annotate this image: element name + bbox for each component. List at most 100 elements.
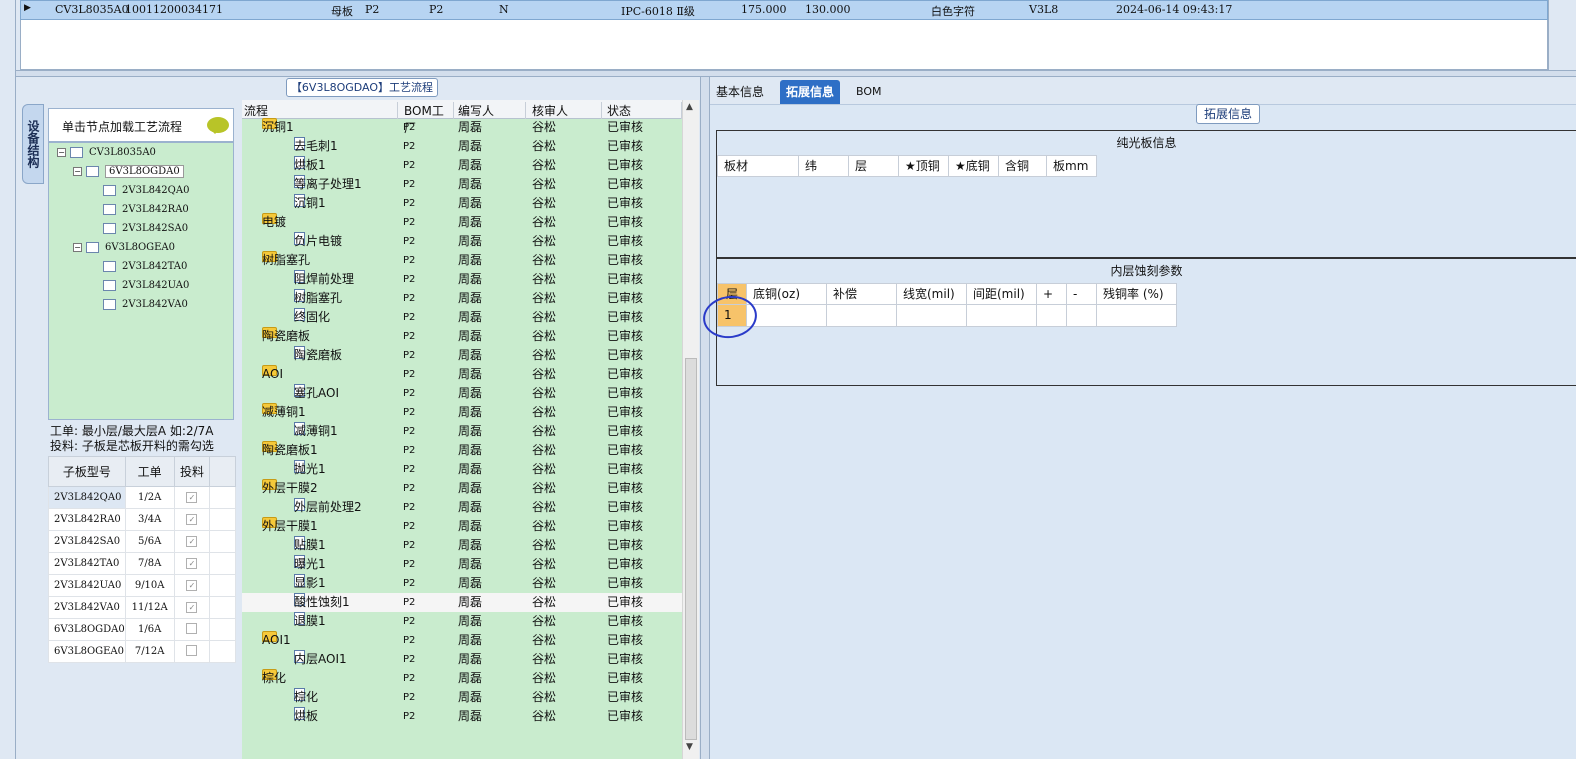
table-row[interactable]: 6V3L8OGDA0 1/6A xyxy=(48,618,236,641)
grid-row[interactable]: −外层干膜1P2周磊谷松已审核 xyxy=(242,517,682,536)
grid-row[interactable]: 塞孔AOI P2 周磊 谷松 已审核 xyxy=(242,384,682,403)
col-header[interactable]: 层 xyxy=(849,155,899,177)
cell-feed[interactable] xyxy=(173,640,211,663)
grid-row[interactable]: 减薄铜1 P2 周磊 谷松 已审核 xyxy=(242,422,682,441)
cell-order[interactable]: 11/12A xyxy=(124,596,175,619)
grid-row[interactable]: 棕化 P2 周磊 谷松 已审核 xyxy=(242,688,682,707)
cell-minus[interactable] xyxy=(1067,305,1097,327)
cell-order[interactable]: 3/4A xyxy=(124,508,175,531)
cell-feed[interactable]: ✓ xyxy=(173,530,211,553)
grid-row[interactable]: 曝光1 P2 周磊 谷松 已审核 xyxy=(242,555,682,574)
grid-row[interactable]: 内层AOI1 P2 周磊 谷松 已审核 xyxy=(242,650,682,669)
horizontal-splitter[interactable] xyxy=(16,70,1576,77)
col-header[interactable]: 板材 xyxy=(717,155,799,177)
col-header-order[interactable]: 工单 xyxy=(124,456,175,487)
grid-row[interactable]: −树脂塞孔P2周磊谷松已审核 xyxy=(242,251,682,270)
table-row[interactable]: 2V3L842VA0 11/12A ✓ xyxy=(48,596,236,619)
cell-bottom-copper[interactable] xyxy=(747,305,827,327)
grid-col-writer[interactable]: 编写人 xyxy=(458,102,526,119)
checkbox-checked[interactable]: ✓ xyxy=(186,492,198,503)
cell-line-width[interactable] xyxy=(897,305,967,327)
grid-row[interactable]: 阻焊前处理 P2 周磊 谷松 已审核 xyxy=(242,270,682,289)
cell-spacing[interactable] xyxy=(967,305,1037,327)
col-header[interactable]: 含铜 xyxy=(999,155,1047,177)
checkbox-checked[interactable]: ✓ xyxy=(186,602,198,613)
col-header[interactable]: ★底铜 xyxy=(949,155,999,177)
table-row[interactable]: 2V3L842TA0 7/8A ✓ xyxy=(48,552,236,575)
table-row[interactable]: 2V3L842SA0 5/6A ✓ xyxy=(48,530,236,553)
scroll-down-icon[interactable]: ▼ xyxy=(686,742,693,752)
grid-row[interactable]: 陶瓷磨板 P2 周磊 谷松 已审核 xyxy=(242,346,682,365)
cell-order[interactable]: 7/12A xyxy=(124,640,175,663)
col-header[interactable]: - xyxy=(1067,283,1097,305)
checkbox-checked[interactable]: ✓ xyxy=(186,536,198,547)
tree-node[interactable]: 2V3L842UA0 xyxy=(103,277,189,295)
cell-feed[interactable]: ✓ xyxy=(173,574,211,597)
grid-col-bom[interactable]: BOM工厂 xyxy=(404,102,454,135)
cell-feed[interactable]: ✓ xyxy=(173,486,211,509)
grid-row[interactable]: −沉铜1P2周磊谷松已审核 xyxy=(242,118,682,137)
checkbox-checked[interactable]: ✓ xyxy=(186,580,198,591)
cell-compensation[interactable] xyxy=(827,305,897,327)
col-header-feed[interactable]: 投料 xyxy=(173,456,211,487)
tree-node[interactable]: − CV3L8035A0 xyxy=(57,144,156,162)
grid-row[interactable]: 去毛刺1 P2 周磊 谷松 已审核 xyxy=(242,137,682,156)
grid-row[interactable]: −陶瓷磨板P2周磊谷松已审核 xyxy=(242,327,682,346)
col-header[interactable]: 线宽(mil) xyxy=(897,283,967,305)
cell-feed[interactable]: ✓ xyxy=(173,508,211,531)
grid-row[interactable]: 沉铜1 P2 周磊 谷松 已审核 xyxy=(242,194,682,213)
grid-vertical-scrollbar[interactable]: ▲ ▼ xyxy=(682,100,699,759)
tab-extended-info[interactable]: 拓展信息 xyxy=(780,80,841,104)
table-row[interactable]: 2V3L842RA0 3/4A ✓ xyxy=(48,508,236,531)
vertical-splitter[interactable] xyxy=(700,77,710,759)
col-header[interactable]: ★顶铜 xyxy=(899,155,949,177)
cell-order[interactable]: 5/6A xyxy=(124,530,175,553)
checkbox-unchecked[interactable] xyxy=(186,644,198,656)
tab-basic-info[interactable]: 基本信息 xyxy=(710,80,770,104)
grid-col-flow[interactable]: 流程 xyxy=(244,102,398,119)
grid-row[interactable]: 等离子处理1 P2 周磊 谷松 已审核 xyxy=(242,175,682,194)
cell-order[interactable]: 1/6A xyxy=(124,618,175,641)
col-header-model[interactable]: 子板型号 xyxy=(48,456,126,487)
col-header[interactable]: 纬 xyxy=(799,155,849,177)
col-header[interactable]: 补偿 xyxy=(827,283,897,305)
cell-plus[interactable] xyxy=(1037,305,1067,327)
grid-row[interactable]: 抛光1 P2 周磊 谷松 已审核 xyxy=(242,460,682,479)
checkbox-checked[interactable]: ✓ xyxy=(186,514,198,525)
tree-node[interactable]: 2V3L842TA0 xyxy=(103,258,187,276)
cell-feed[interactable]: ✓ xyxy=(173,596,211,619)
cell-feed[interactable] xyxy=(173,618,211,641)
table-row[interactable]: 2V3L842QA0 1/2A ✓ xyxy=(48,486,236,509)
grid-row[interactable]: 树脂塞孔 P2 周磊 谷松 已审核 xyxy=(242,289,682,308)
collapse-toggle-icon[interactable]: − xyxy=(73,167,82,176)
tree-node[interactable]: − 6V3L8OGDA0 xyxy=(73,163,184,181)
cell-order[interactable]: 9/10A xyxy=(124,574,175,597)
grid-row[interactable]: −棕化P2周磊谷松已审核 xyxy=(242,669,682,688)
cell-order[interactable]: 1/2A xyxy=(124,486,175,509)
tree-node[interactable]: 2V3L842SA0 xyxy=(103,220,188,238)
scroll-up-icon[interactable]: ▲ xyxy=(686,102,693,112)
vertical-tab-structure[interactable]: 设备结构 xyxy=(22,104,44,184)
table-row[interactable]: 2V3L842UA0 9/10A ✓ xyxy=(48,574,236,597)
grid-row[interactable]: −陶瓷磨板1P2周磊谷松已审核 xyxy=(242,441,682,460)
col-header[interactable]: 残铜率 (%) xyxy=(1097,283,1177,305)
grid-row[interactable]: 终固化 P2 周磊 谷松 已审核 xyxy=(242,308,682,327)
col-header[interactable]: 板mm xyxy=(1047,155,1097,177)
grid-row[interactable]: −AOI1P2周磊谷松已审核 xyxy=(242,631,682,650)
grid-row[interactable]: −电镀P2周磊谷松已审核 xyxy=(242,213,682,232)
tree-node[interactable]: 2V3L842VA0 xyxy=(103,296,188,314)
col-header[interactable]: + xyxy=(1037,283,1067,305)
grid-row[interactable]: 显影1 P2 周磊 谷松 已审核 xyxy=(242,574,682,593)
col-header[interactable]: 间距(mil) xyxy=(967,283,1037,305)
grid-row[interactable]: −AOIP2周磊谷松已审核 xyxy=(242,365,682,384)
grid-row[interactable]: 烘板1 P2 周磊 谷松 已审核 xyxy=(242,156,682,175)
grid-row[interactable]: 负片电镀 P2 周磊 谷松 已审核 xyxy=(242,232,682,251)
cell-order[interactable]: 7/8A xyxy=(124,552,175,575)
collapse-toggle-icon[interactable]: − xyxy=(73,243,82,252)
grid-row[interactable]: −减薄铜1P2周磊谷松已审核 xyxy=(242,403,682,422)
scroll-thumb[interactable] xyxy=(685,358,697,740)
tree-node[interactable]: 2V3L842RA0 xyxy=(103,201,189,219)
col-header[interactable]: 底铜(oz) xyxy=(747,283,827,305)
collapse-toggle-icon[interactable]: − xyxy=(57,148,66,157)
grid-col-reviewer[interactable]: 核审人 xyxy=(532,102,602,119)
